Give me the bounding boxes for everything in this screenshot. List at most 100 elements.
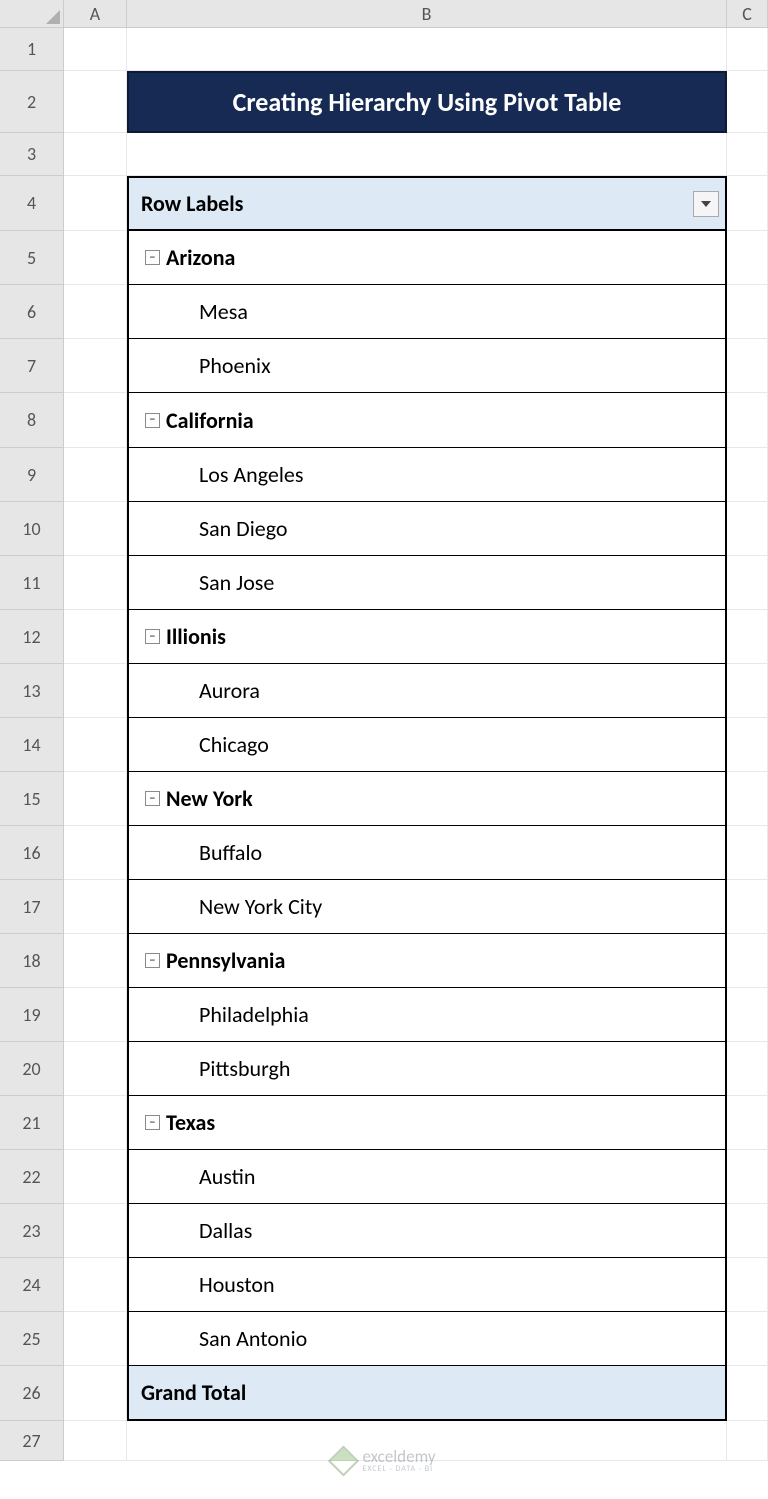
- row-header[interactable]: 24: [0, 1258, 64, 1312]
- cell[interactable]: [727, 664, 768, 718]
- cell[interactable]: [64, 772, 127, 826]
- filter-dropdown-icon[interactable]: [693, 191, 719, 217]
- cell[interactable]: [727, 71, 768, 133]
- cell[interactable]: [64, 934, 127, 988]
- collapse-icon[interactable]: −: [145, 413, 160, 428]
- cell[interactable]: [64, 502, 127, 556]
- row-header[interactable]: 22: [0, 1150, 64, 1204]
- pivot-item-row[interactable]: Pittsburgh: [127, 1042, 727, 1096]
- pivot-group-row[interactable]: −Texas: [127, 1096, 727, 1150]
- cell[interactable]: [727, 339, 768, 393]
- cell[interactable]: [727, 1258, 768, 1312]
- pivot-item-row[interactable]: San Jose: [127, 556, 727, 610]
- pivot-group-row[interactable]: −New York: [127, 772, 727, 826]
- cell[interactable]: [64, 1096, 127, 1150]
- cell[interactable]: [64, 718, 127, 772]
- row-header[interactable]: 17: [0, 880, 64, 934]
- cell[interactable]: [727, 934, 768, 988]
- cell[interactable]: [64, 1150, 127, 1204]
- pivot-item-row[interactable]: Los Angeles: [127, 448, 727, 502]
- row-header[interactable]: 4: [0, 176, 64, 231]
- pivot-item-row[interactable]: Dallas: [127, 1204, 727, 1258]
- cell[interactable]: [64, 339, 127, 393]
- cell[interactable]: [727, 1204, 768, 1258]
- row-header[interactable]: 19: [0, 988, 64, 1042]
- pivot-item-row[interactable]: Buffalo: [127, 826, 727, 880]
- column-header[interactable]: A: [64, 0, 127, 28]
- cell[interactable]: [64, 176, 127, 231]
- cell[interactable]: [64, 448, 127, 502]
- row-header[interactable]: 16: [0, 826, 64, 880]
- cell[interactable]: [64, 556, 127, 610]
- row-header[interactable]: 3: [0, 133, 64, 176]
- collapse-icon[interactable]: −: [145, 250, 160, 265]
- cell[interactable]: [64, 610, 127, 664]
- row-header[interactable]: 2: [0, 71, 64, 133]
- cell[interactable]: [64, 664, 127, 718]
- cell[interactable]: [727, 502, 768, 556]
- cell[interactable]: [727, 610, 768, 664]
- cell[interactable]: [64, 393, 127, 448]
- row-header[interactable]: 7: [0, 339, 64, 393]
- cell[interactable]: [727, 988, 768, 1042]
- cell[interactable]: [727, 1150, 768, 1204]
- row-header[interactable]: 5: [0, 231, 64, 285]
- row-header[interactable]: 14: [0, 718, 64, 772]
- cell[interactable]: [727, 393, 768, 448]
- pivot-item-row[interactable]: San Diego: [127, 502, 727, 556]
- row-header[interactable]: 8: [0, 393, 64, 448]
- cell[interactable]: [64, 826, 127, 880]
- row-header[interactable]: 21: [0, 1096, 64, 1150]
- row-header[interactable]: 23: [0, 1204, 64, 1258]
- select-all-corner[interactable]: [0, 0, 64, 28]
- row-header[interactable]: 18: [0, 934, 64, 988]
- pivot-item-row[interactable]: Mesa: [127, 285, 727, 339]
- cell[interactable]: [64, 133, 127, 176]
- pivot-item-row[interactable]: New York City: [127, 880, 727, 934]
- row-header[interactable]: 25: [0, 1312, 64, 1366]
- cell[interactable]: [64, 231, 127, 285]
- cell[interactable]: [727, 133, 768, 176]
- cell[interactable]: [727, 1421, 768, 1461]
- cell[interactable]: [64, 1204, 127, 1258]
- cell[interactable]: [64, 285, 127, 339]
- row-header[interactable]: 6: [0, 285, 64, 339]
- collapse-icon[interactable]: −: [145, 1115, 160, 1130]
- pivot-item-row[interactable]: Houston: [127, 1258, 727, 1312]
- column-header[interactable]: C: [727, 0, 768, 28]
- pivot-item-row[interactable]: Philadelphia: [127, 988, 727, 1042]
- cell[interactable]: [727, 28, 768, 71]
- pivot-item-row[interactable]: Chicago: [127, 718, 727, 772]
- cell[interactable]: [727, 1042, 768, 1096]
- cell[interactable]: [64, 1042, 127, 1096]
- collapse-icon[interactable]: −: [145, 629, 160, 644]
- cell[interactable]: [64, 1258, 127, 1312]
- pivot-row-labels-header[interactable]: Row Labels: [127, 176, 727, 231]
- cell[interactable]: [64, 880, 127, 934]
- cell[interactable]: [727, 826, 768, 880]
- row-header[interactable]: 27: [0, 1421, 64, 1461]
- pivot-item-row[interactable]: Austin: [127, 1150, 727, 1204]
- row-header[interactable]: 15: [0, 772, 64, 826]
- pivot-item-row[interactable]: Aurora: [127, 664, 727, 718]
- row-header[interactable]: 26: [0, 1366, 64, 1421]
- cell[interactable]: [727, 880, 768, 934]
- cell[interactable]: [727, 1312, 768, 1366]
- cell[interactable]: [727, 231, 768, 285]
- cell[interactable]: [727, 556, 768, 610]
- cell[interactable]: [64, 28, 127, 71]
- cell[interactable]: [64, 988, 127, 1042]
- pivot-item-row[interactable]: Phoenix: [127, 339, 727, 393]
- row-header[interactable]: 13: [0, 664, 64, 718]
- row-header[interactable]: 11: [0, 556, 64, 610]
- column-header[interactable]: B: [127, 0, 727, 28]
- row-header[interactable]: 1: [0, 28, 64, 71]
- pivot-grand-total[interactable]: Grand Total: [127, 1366, 727, 1421]
- cell[interactable]: [64, 71, 127, 133]
- cell[interactable]: [127, 133, 727, 176]
- cell[interactable]: [727, 1366, 768, 1421]
- pivot-group-row[interactable]: −Illionis: [127, 610, 727, 664]
- row-header[interactable]: 20: [0, 1042, 64, 1096]
- cell[interactable]: [727, 772, 768, 826]
- cell[interactable]: [64, 1366, 127, 1421]
